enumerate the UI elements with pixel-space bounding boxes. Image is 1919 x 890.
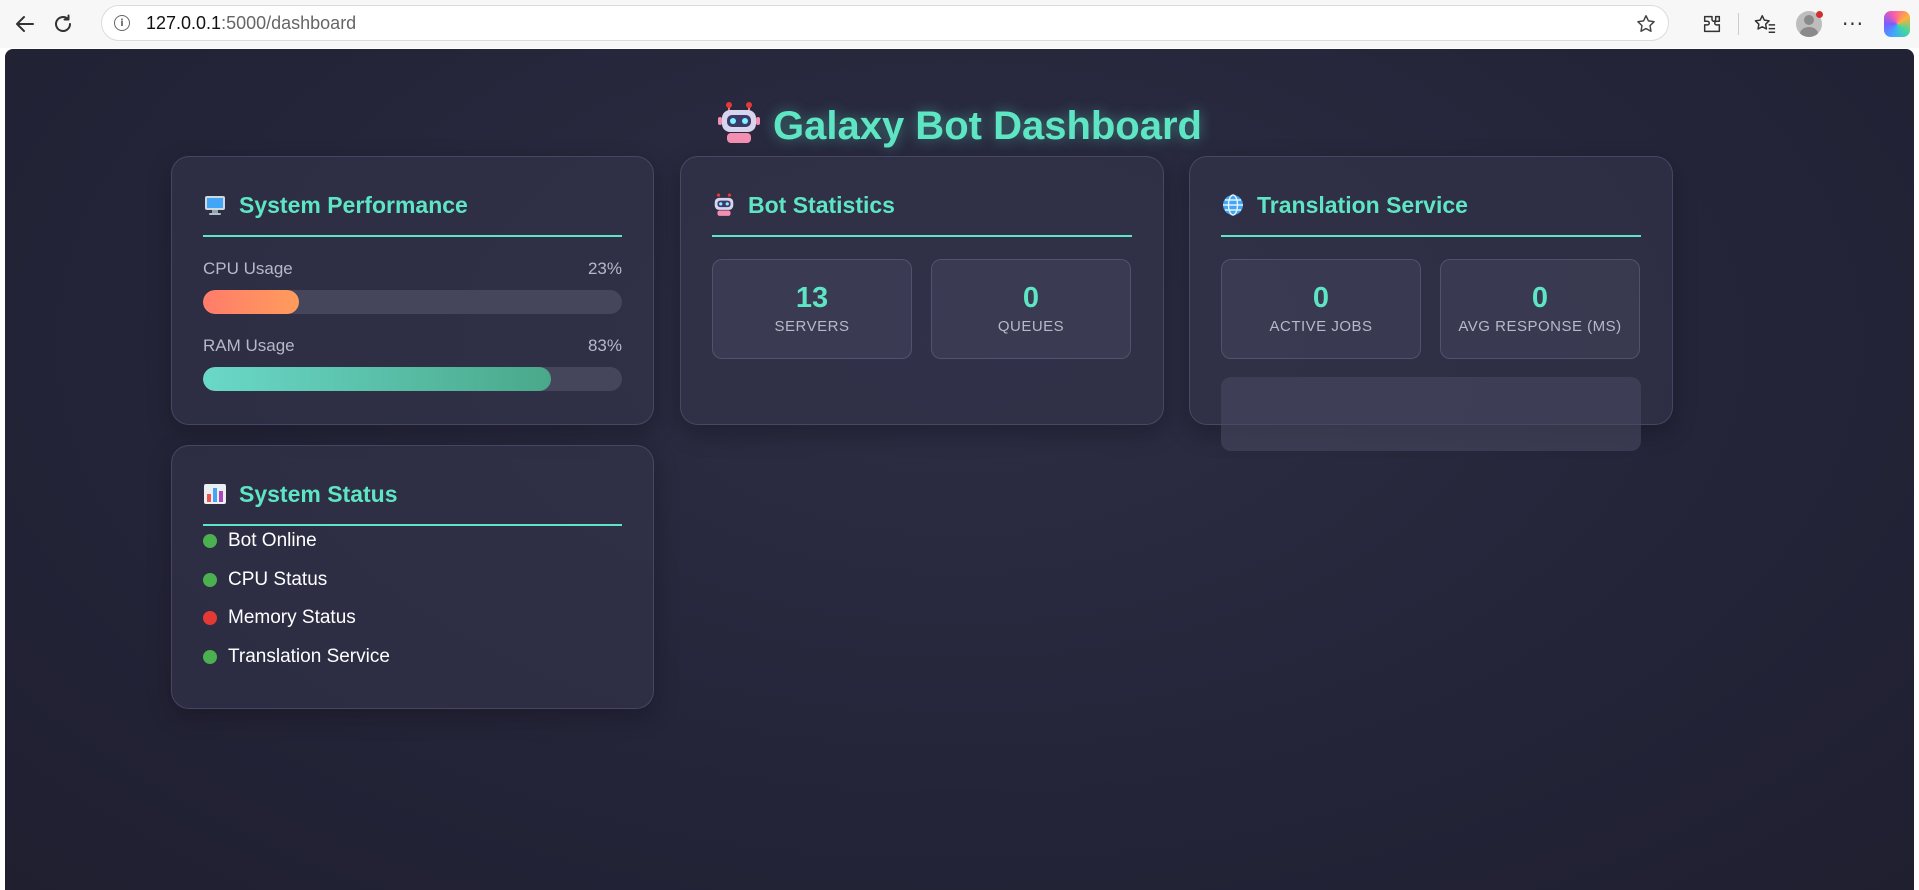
extensions-icon[interactable]: [1690, 2, 1734, 46]
status-label: CPU Status: [228, 569, 328, 590]
status-label: Memory Status: [228, 607, 356, 628]
status-dot: [203, 650, 217, 664]
status-label: Bot Online: [228, 530, 317, 551]
active-jobs-stat: 0 ACTIVE JOBS: [1221, 259, 1421, 359]
ram-usage-label: RAM Usage: [203, 336, 295, 355]
avg-response-value: 0: [1531, 282, 1549, 314]
card-header: Translation Service: [1221, 191, 1641, 237]
cpu-usage-value: 23%: [587, 259, 622, 278]
avg-response-label: AVG RESPONSE (MS): [1458, 318, 1622, 335]
servers-stat: 13 SERVERS: [712, 259, 912, 359]
back-arrow-icon[interactable]: [8, 7, 42, 41]
cpu-progress-track: [203, 290, 622, 314]
ram-usage-value: 83%: [587, 336, 622, 355]
bar-chart-icon: [203, 482, 227, 506]
site-info-icon[interactable]: i: [114, 15, 130, 31]
address-bar[interactable]: i 127.0.0.1:5000/dashboard: [101, 5, 1669, 41]
page-title: Galaxy Bot Dashboard: [5, 101, 1914, 155]
globe-icon: [1221, 193, 1245, 217]
ram-metric-row: RAM Usage 83%: [203, 336, 622, 356]
profile-avatar[interactable]: [1787, 2, 1831, 46]
card-title: Bot Statistics: [748, 192, 895, 218]
servers-label: SERVERS: [774, 318, 850, 335]
browser-toolbar: i 127.0.0.1:5000/dashboard ···: [0, 0, 1919, 48]
active-jobs-count: 0: [1312, 282, 1330, 314]
translation-info-panel: [1221, 377, 1641, 451]
toolbar-divider: [1738, 13, 1739, 35]
more-menu-icon[interactable]: ···: [1831, 2, 1875, 46]
status-item-bot-online: Bot Online: [203, 530, 317, 552]
ram-progress-fill: [203, 367, 551, 391]
status-dot: [203, 534, 217, 548]
notification-dot: [1816, 11, 1823, 18]
card-header: System Status: [203, 480, 622, 526]
status-dot: [203, 573, 217, 587]
avg-response-stat: 0 AVG RESPONSE (MS): [1440, 259, 1640, 359]
card-header: Bot Statistics: [712, 191, 1132, 237]
dashboard-page: Galaxy Bot Dashboard System Performance …: [5, 49, 1914, 890]
queues-label: QUEUES: [997, 318, 1065, 335]
card-title: System Status: [239, 481, 398, 507]
system-status-card: System Status Bot Online CPU Status Memo…: [171, 445, 654, 709]
status-dot: [203, 611, 217, 625]
system-performance-card: System Performance CPU Usage 23% RAM Usa…: [171, 156, 654, 425]
status-label: Translation Service: [228, 646, 390, 667]
cpu-usage-label: CPU Usage: [203, 259, 293, 278]
card-title: Translation Service: [1257, 192, 1468, 218]
favorite-star-icon[interactable]: [1634, 12, 1658, 36]
card-title: System Performance: [239, 192, 468, 218]
status-item-memory: Memory Status: [203, 607, 356, 629]
ram-progress-track: [203, 367, 622, 391]
computer-icon: [203, 193, 227, 217]
reload-icon[interactable]: [46, 7, 80, 41]
copilot-icon[interactable]: [1875, 2, 1919, 46]
queues-count: 0: [1022, 282, 1040, 314]
cpu-progress-fill: [203, 290, 300, 314]
cpu-metric-row: CPU Usage 23%: [203, 259, 622, 279]
favorites-icon[interactable]: [1743, 2, 1787, 46]
card-header: System Performance: [203, 191, 622, 237]
status-item-translation: Translation Service: [203, 646, 390, 668]
queues-stat: 0 QUEUES: [931, 259, 1131, 359]
robot-icon: [712, 193, 736, 217]
active-jobs-label: ACTIVE JOBS: [1269, 318, 1373, 335]
servers-count: 13: [795, 282, 829, 314]
status-item-cpu: CPU Status: [203, 569, 327, 591]
robot-icon: [717, 101, 761, 155]
bot-statistics-card: Bot Statistics 13 SERVERS 0 QUEUES: [680, 156, 1164, 425]
translation-service-card: Translation Service 0 ACTIVE JOBS 0 AVG …: [1189, 156, 1673, 451]
url-text[interactable]: 127.0.0.1:5000/dashboard: [146, 13, 356, 34]
